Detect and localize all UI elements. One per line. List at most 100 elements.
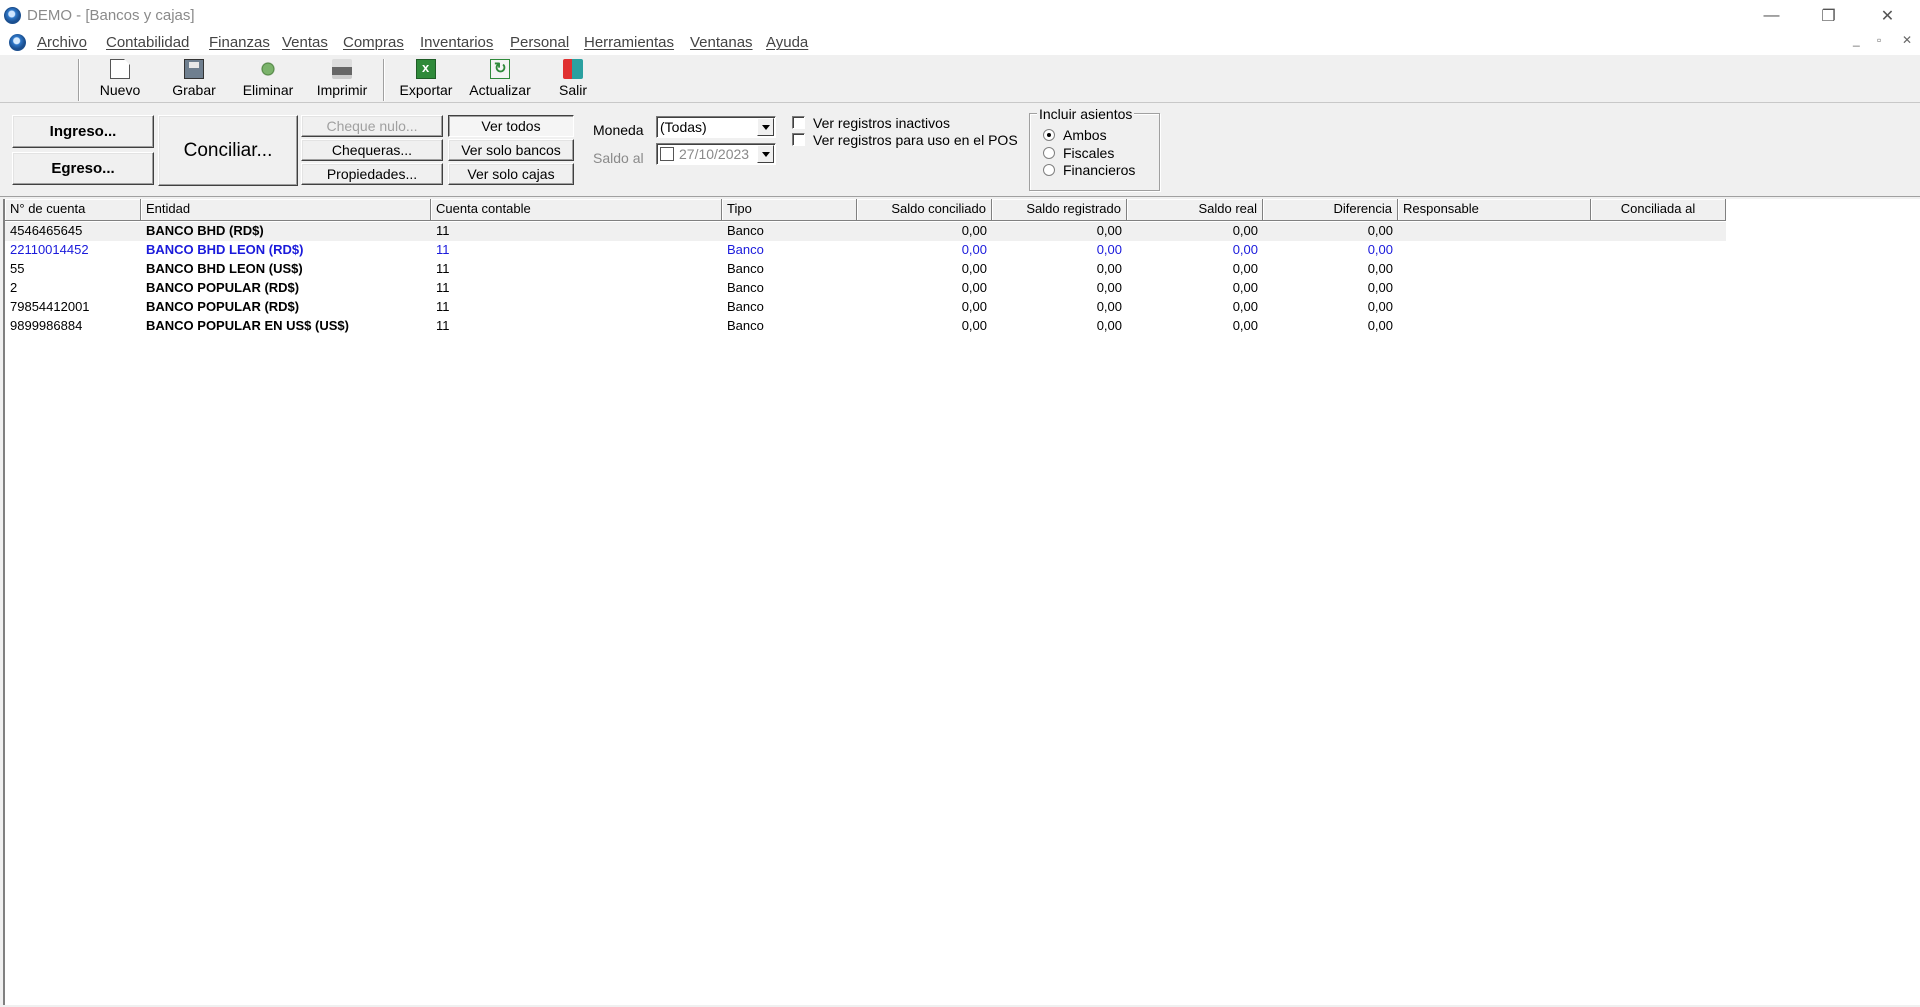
ver-solo-cajas-button[interactable]: Ver solo cajas (448, 163, 574, 185)
column-header-cuenta-contable[interactable]: Cuenta contable (431, 199, 722, 221)
export-button[interactable]: Exportar (394, 57, 458, 101)
fiscales-radio[interactable] (1043, 147, 1055, 159)
cell-saldo-real: 0,00 (1232, 318, 1258, 333)
cell-tipo: Banco (727, 299, 764, 314)
table-row[interactable]: 79854412001 BANCO POPULAR (RD$) 11 Banco… (5, 298, 1726, 317)
column-header-saldo-registrado[interactable]: Saldo registrado (992, 199, 1127, 221)
chevron-down-icon[interactable] (757, 118, 774, 136)
refresh-icon (490, 59, 510, 79)
mdi-close-button[interactable]: ✕ (1902, 33, 1912, 47)
ambos-radio[interactable] (1043, 129, 1055, 141)
cell-cuenta-contable: 11 (436, 223, 450, 238)
column-header-conciliada-al[interactable]: Conciliada al (1591, 199, 1726, 221)
cell-responsable (1398, 222, 1726, 241)
moneda-select[interactable]: (Todas) (656, 116, 776, 138)
printer-icon (332, 59, 352, 79)
ver-solo-bancos-button[interactable]: Ver solo bancos (448, 139, 574, 161)
table-row[interactable]: 9899986884 BANCO POPULAR EN US$ (US$) 11… (5, 317, 1726, 336)
saldo-al-checkbox[interactable] (660, 147, 674, 161)
menu-contabilidad[interactable]: Contabilidad (106, 34, 189, 51)
menu-ventanas[interactable]: Ventanas (690, 34, 753, 51)
document-system-icon[interactable] (9, 34, 26, 51)
ver-pos-checkbox[interactable] (792, 133, 805, 146)
new-document-icon (110, 59, 130, 79)
print-button[interactable]: Imprimir (310, 57, 374, 101)
mdi-minimize-button[interactable]: _ (1853, 33, 1860, 47)
exit-door-icon (563, 59, 583, 79)
propiedades-button[interactable]: Propiedades... (301, 163, 443, 185)
saldo-al-date-value: 27/10/2023 (679, 146, 750, 162)
table-row-selected[interactable]: 22110014452 BANCO BHD LEON (RD$) 11 Banc… (5, 241, 1726, 260)
cell-saldo-conciliado: 0,00 (961, 318, 987, 333)
save-button-label: Grabar (172, 82, 216, 98)
accounts-grid[interactable]: N° de cuenta Entidad Cuenta contable Tip… (3, 199, 1920, 1005)
chevron-down-icon[interactable] (757, 145, 774, 163)
window-title: DEMO - [Bancos y cajas] (27, 7, 195, 24)
toolbar: Nuevo Grabar Eliminar Imprimir Exportar … (0, 55, 1920, 103)
column-header-saldo-real[interactable]: Saldo real (1127, 199, 1263, 221)
cell-cuenta: 22110014452 (10, 242, 89, 257)
column-header-responsable[interactable]: Responsable (1398, 199, 1591, 221)
cell-entidad: BANCO POPULAR (RD$) (146, 280, 300, 295)
cell-diferencia: 0,00 (1367, 280, 1393, 295)
exit-button[interactable]: Salir (551, 57, 595, 101)
cell-saldo-conciliado: 0,00 (961, 242, 987, 257)
conciliar-button[interactable]: Conciliar... (158, 115, 298, 186)
excel-export-icon (416, 59, 436, 79)
cell-diferencia: 0,00 (1367, 223, 1393, 238)
refresh-button-label: Actualizar (469, 82, 531, 98)
saldo-al-date-picker[interactable]: 27/10/2023 (656, 143, 776, 165)
cell-cuenta: 55 (10, 261, 25, 276)
refresh-button[interactable]: Actualizar (464, 57, 536, 101)
cell-saldo-conciliado: 0,00 (961, 299, 987, 314)
column-header-entidad[interactable]: Entidad (141, 199, 431, 221)
minimize-button[interactable]: — (1743, 0, 1800, 31)
egreso-button[interactable]: Egreso... (12, 152, 154, 185)
ingreso-button[interactable]: Ingreso... (12, 115, 154, 148)
ver-todos-button[interactable]: Ver todos (448, 115, 574, 137)
exit-button-label: Salir (558, 82, 587, 98)
chequeras-button[interactable]: Chequeras... (301, 139, 443, 161)
cell-diferencia: 0,00 (1367, 261, 1393, 276)
ver-inactivos-checkbox[interactable] (792, 116, 805, 129)
cell-cuenta-contable: 11 (436, 318, 450, 333)
cell-cuenta-contable: 11 (436, 242, 450, 257)
column-header-diferencia[interactable]: Diferencia (1263, 199, 1398, 221)
delete-button[interactable]: Eliminar (238, 57, 298, 101)
column-header-cuenta[interactable]: N° de cuenta (5, 199, 141, 221)
menu-inventarios[interactable]: Inventarios (420, 34, 493, 51)
cell-diferencia: 0,00 (1367, 242, 1393, 257)
financieros-radio[interactable] (1043, 164, 1055, 176)
cell-tipo: Banco (727, 280, 764, 295)
column-header-tipo[interactable]: Tipo (722, 199, 857, 221)
restore-button[interactable]: ❐ (1800, 0, 1857, 31)
export-button-label: Exportar (399, 82, 453, 98)
close-button[interactable]: ✕ (1859, 0, 1916, 31)
menu-compras[interactable]: Compras (343, 34, 404, 51)
save-button[interactable]: Grabar (168, 57, 220, 101)
cell-diferencia: 0,00 (1367, 318, 1393, 333)
menu-ayuda[interactable]: Ayuda (766, 34, 808, 51)
menu-archivo[interactable]: Archivo (37, 34, 87, 51)
cell-cuenta-contable: 11 (436, 299, 450, 314)
column-header-saldo-conciliado[interactable]: Saldo conciliado (857, 199, 992, 221)
table-row[interactable]: 55 BANCO BHD LEON (US$) 11 Banco 0,00 0,… (5, 260, 1726, 279)
menu-personal[interactable]: Personal (510, 34, 569, 51)
mdi-restore-button[interactable]: ▫ (1877, 33, 1881, 47)
cell-entidad: BANCO POPULAR (RD$) (146, 299, 300, 314)
menu-ventas[interactable]: Ventas (282, 34, 328, 51)
cell-saldo-real: 0,00 (1232, 280, 1258, 295)
new-button-label: Nuevo (99, 82, 141, 98)
recycle-bin-icon (258, 59, 278, 79)
ver-pos-label: Ver registros para uso en el POS (813, 132, 1018, 148)
table-row[interactable]: 2 BANCO POPULAR (RD$) 11 Banco 0,00 0,00… (5, 279, 1726, 298)
incluir-asientos-title: Incluir asientos (1037, 106, 1135, 122)
new-button[interactable]: Nuevo (95, 57, 145, 101)
grid-rows: 4546465645 BANCO BHD (RD$) 11 Banco 0,00… (5, 222, 1726, 336)
menu-finanzas[interactable]: Finanzas (209, 34, 270, 51)
menu-bar: Archivo Contabilidad Finanzas Ventas Com… (0, 31, 1920, 55)
cell-cuenta-contable: 11 (436, 280, 450, 295)
menu-herramientas[interactable]: Herramientas (584, 34, 674, 51)
cheque-nulo-button[interactable]: Cheque nulo... (301, 115, 443, 137)
table-row[interactable]: 4546465645 BANCO BHD (RD$) 11 Banco 0,00… (5, 222, 1726, 241)
